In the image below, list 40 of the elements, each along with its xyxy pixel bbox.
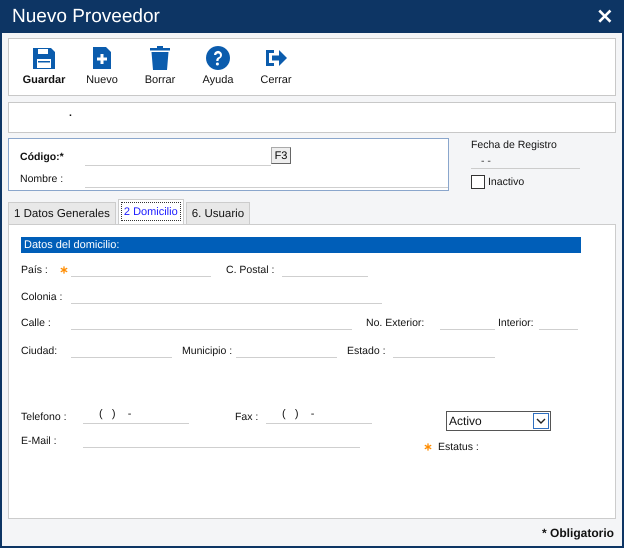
toolbar-button[interactable]: Borrar [131, 39, 189, 95]
registration-date-label: Fecha de Registro [471, 139, 558, 151]
field-label: Ciudad: [21, 345, 58, 357]
field-label: Interior: [498, 317, 534, 329]
window-title: Nuevo Proveedor [12, 6, 160, 28]
registration-date-field[interactable]: - - [471, 151, 580, 169]
asterisk-icon [424, 443, 432, 451]
text-field[interactable]: ( ) - [266, 408, 372, 424]
status-dropdown[interactable]: Activo [446, 411, 551, 431]
close-button[interactable]: × [594, 6, 616, 28]
field-label: No. Exterior: [366, 317, 424, 329]
message-text: . [69, 107, 72, 119]
trash-icon [148, 46, 172, 70]
tab[interactable]: 6. Usuario [186, 202, 250, 224]
field-label: C. Postal : [226, 264, 274, 276]
field-label: Estado : [347, 345, 386, 357]
toolbar-button[interactable]: Ayuda [189, 39, 247, 95]
field-label: Telefono : [21, 411, 67, 423]
field-label: E-Mail : [21, 435, 57, 447]
field-label: Municipio : [182, 345, 232, 357]
chevron-down-icon [533, 413, 549, 429]
toolbar-button[interactable]: Cerrar [247, 39, 305, 95]
asterisk-icon [60, 266, 68, 274]
tab[interactable]: 2 Domicilio [118, 199, 184, 224]
help-icon [206, 46, 230, 70]
toolbar-button[interactable]: Guardar [15, 39, 73, 95]
code-label: Código:* [20, 151, 65, 165]
section-header: Datos del domicilio: [21, 237, 581, 253]
name-label: Nombre : [20, 173, 64, 187]
status-label: Estatus : [438, 441, 479, 453]
required-note: * Obligatorio [542, 526, 614, 540]
lookup-button[interactable]: F3 [271, 147, 291, 164]
field-label: Colonia : [21, 291, 62, 303]
field-label: País : [21, 264, 48, 276]
toolbar-button[interactable]: Nuevo [73, 39, 131, 95]
new-document-icon [90, 46, 114, 70]
text-field[interactable]: ( ) - [83, 408, 189, 424]
tab[interactable]: 1 Datos Generales [8, 202, 116, 224]
field-label: Calle : [21, 317, 51, 329]
field-label: Fax : [235, 411, 258, 423]
